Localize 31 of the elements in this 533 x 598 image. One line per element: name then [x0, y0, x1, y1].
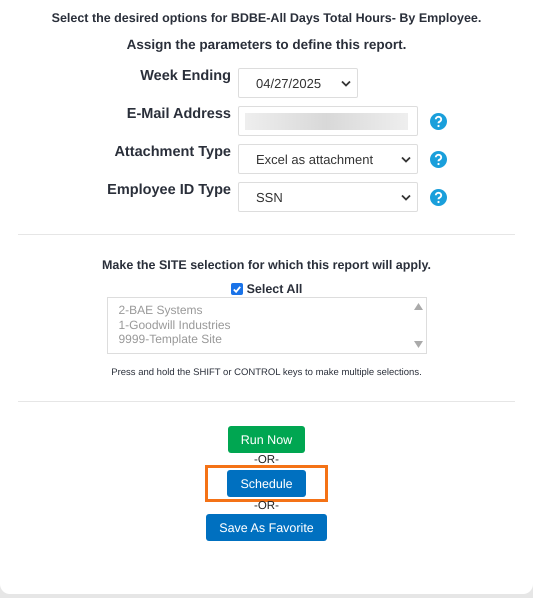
email-field[interactable] [238, 106, 418, 136]
action-button[interactable]: Run Now [228, 426, 306, 453]
scroll-up-icon[interactable] [414, 303, 422, 310]
site-listbox[interactable]: 2-BAE Systems 1-Goodwill Industries 9999-Template Site [106, 297, 426, 354]
select-all-checkbox[interactable]: Select All [230, 282, 302, 296]
dropdown[interactable]: Excel as attachment [238, 144, 418, 174]
field-label: Employee ID Type [106, 182, 232, 198]
chevron-icon [401, 194, 411, 200]
chevron-icon [341, 80, 351, 86]
instructions-text: Assign the parameters to define this report. [126, 37, 406, 52]
hint-text: Press and hold the SHIFT or CONTROL keys to make multiple selections. [111, 367, 422, 378]
action-button[interactable]: Save As Favorite [206, 514, 327, 541]
report-title: Select the desired options for BDBE-All Days Total Hours- By Employee. [52, 10, 482, 26]
dropdown[interactable]: SSN [238, 182, 418, 212]
or-separator: -OR- [254, 453, 279, 468]
help-icon[interactable] [430, 189, 447, 206]
or-separator: -OR- [254, 499, 279, 514]
action-button[interactable]: Schedule [227, 470, 306, 497]
site-prompt: Make the SITE selection for which this report will apply. [102, 258, 431, 272]
dropdown[interactable]: 04/27/2025 [238, 68, 358, 98]
list-option[interactable]: 9999-Template Site [118, 332, 231, 346]
field-label: Week Ending [139, 68, 232, 84]
list-option[interactable]: 2-BAE Systems [118, 303, 231, 318]
help-icon[interactable] [430, 113, 447, 130]
chevron-icon [401, 156, 411, 162]
scroll-down-icon[interactable] [414, 341, 422, 348]
field-label: Attachment Type [113, 144, 232, 160]
help-icon[interactable] [430, 151, 447, 168]
list-option[interactable]: 1-Goodwill Industries [118, 318, 231, 332]
checkmark-icon [232, 284, 242, 294]
field-label: E-Mail Address [126, 106, 232, 122]
